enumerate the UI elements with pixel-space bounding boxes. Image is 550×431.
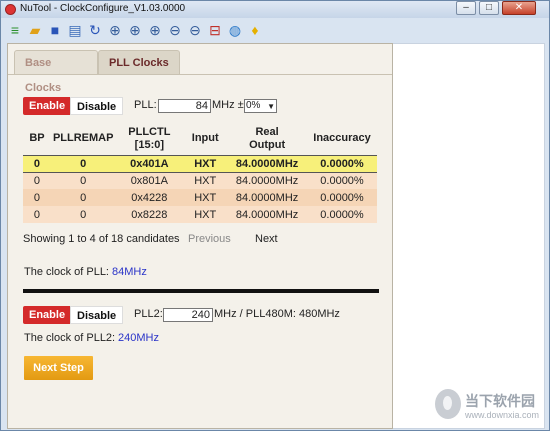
col-header-pllremap: PLLREMAP xyxy=(52,132,114,145)
cell-inaccuracy: 0.0000% xyxy=(307,172,377,189)
side-panel xyxy=(393,43,545,429)
cell-real-output: 84.0000MHz xyxy=(227,154,308,173)
minimize-button[interactable]: – xyxy=(456,1,476,15)
cell-bp: 0 xyxy=(23,206,51,223)
cell-inaccuracy: 0.0000% xyxy=(307,154,377,173)
pll-frequency-input[interactable]: 84 xyxy=(158,99,211,113)
pager-previous-link[interactable]: Previous xyxy=(188,233,231,245)
globe-icon[interactable]: ◍ xyxy=(227,22,243,38)
cell-inaccuracy: 0.0000% xyxy=(307,189,377,206)
pll2-disable-button[interactable]: Disable xyxy=(70,306,124,324)
zoom-out-icon[interactable]: ⊖ xyxy=(167,22,183,38)
pll-enable-button[interactable]: Enable xyxy=(23,97,72,115)
col-header-inaccuracy: Inaccuracy xyxy=(313,132,371,145)
watermark-url: www.downxia.com xyxy=(465,410,540,420)
cell-bp: 0 xyxy=(23,172,51,189)
title-bar[interactable]: NuTool - ClockConfigure_V1.03.0000 – □ ✕ xyxy=(1,1,549,18)
lightbulb-icon[interactable]: ♦ xyxy=(247,22,263,38)
cell-input: HXT xyxy=(183,206,228,223)
document-icon[interactable]: ▤ xyxy=(67,22,83,38)
cell-pllremap: 0 xyxy=(50,206,116,223)
pager-summary: Showing 1 to 4 of 18 candidates xyxy=(23,233,180,245)
watermark: 当下软件园 www.downxia.com xyxy=(435,387,543,427)
col-header-real-output: Real Output xyxy=(249,125,286,151)
cell-input: HXT xyxy=(183,154,228,173)
zoom-in-icon[interactable]: ⊕ xyxy=(147,22,163,38)
cell-pllctl: 0x4228 xyxy=(115,189,184,206)
cell-pllctl: 0x401A xyxy=(115,154,184,173)
next-step-button[interactable]: Next Step xyxy=(24,356,93,380)
cell-real-output: 84.0000MHz xyxy=(227,206,308,223)
minus-icon[interactable]: ⊟ xyxy=(207,22,223,38)
cell-pllctl: 0x8228 xyxy=(115,206,184,223)
tab-pll-clocks[interactable]: PLL Clocks xyxy=(98,50,180,75)
cell-bp: 0 xyxy=(23,154,51,173)
toolbar: ≡ ▰ ■ ▤ ↻ ⊕ ⊕ ⊕ ⊖ ⊖ ⊟ ◍ ♦ xyxy=(7,20,545,42)
app-window: NuTool - ClockConfigure_V1.03.0000 – □ ✕… xyxy=(0,0,550,431)
app-icon xyxy=(5,4,16,15)
cell-pllctl: 0x801A xyxy=(115,172,184,189)
pll-disable-button[interactable]: Disable xyxy=(70,97,124,115)
pll2-enable-button[interactable]: Enable xyxy=(23,306,72,324)
tab-underline xyxy=(8,74,392,75)
window-title: NuTool - ClockConfigure_V1.03.0000 xyxy=(20,3,186,14)
main-content: Base Clocks PLL Clocks Enable Disable PL… xyxy=(7,43,393,429)
save-icon[interactable]: ■ xyxy=(47,22,63,38)
cell-pllremap: 0 xyxy=(50,154,116,173)
zoom-in-icon[interactable]: ⊕ xyxy=(127,22,143,38)
cell-pllremap: 0 xyxy=(50,172,116,189)
refresh-icon[interactable]: ↻ xyxy=(87,22,103,38)
candidates-table: BP PLLREMAP PLLCTL [15:0] Input Real Out… xyxy=(23,123,377,223)
table-row[interactable]: 0 0 0x401A HXT 84.0000MHz 0.0000% xyxy=(23,154,377,173)
watermark-text: 当下软件园 xyxy=(465,393,535,409)
tolerance-value: 0% xyxy=(246,100,261,111)
cell-real-output: 84.0000MHz xyxy=(227,172,308,189)
pager-next-link[interactable]: Next xyxy=(255,233,278,245)
tolerance-select[interactable]: 0% ▼ xyxy=(244,99,277,113)
tab-base-clocks[interactable]: Base Clocks xyxy=(14,50,98,94)
col-header-input: Input xyxy=(191,132,219,145)
table-header-row: BP PLLREMAP PLLCTL [15:0] Input Real Out… xyxy=(23,123,377,155)
pll2-clock-label: The clock of PLL2: xyxy=(24,332,116,344)
cell-inaccuracy: 0.0000% xyxy=(307,206,377,223)
pll-clock-value: 84MHz xyxy=(112,266,147,278)
watermark-logo-icon xyxy=(435,389,461,419)
cell-pllremap: 0 xyxy=(50,189,116,206)
chevron-down-icon: ▼ xyxy=(267,102,275,111)
pll2-clock-value: 240MHz xyxy=(118,332,159,344)
section-divider xyxy=(23,289,379,293)
cell-input: HXT xyxy=(183,189,228,206)
pll2-label: PLL2: xyxy=(134,308,163,320)
bars-icon[interactable]: ≡ xyxy=(7,22,23,38)
pll-clock-label: The clock of PLL: xyxy=(24,266,109,278)
cell-real-output: 84.0000MHz xyxy=(227,189,308,206)
close-button[interactable]: ✕ xyxy=(502,1,536,15)
folder-open-icon[interactable]: ▰ xyxy=(27,22,43,38)
table-row[interactable]: 0 0 0x4228 HXT 84.0000MHz 0.0000% xyxy=(23,189,377,206)
zoom-out-icon[interactable]: ⊖ xyxy=(187,22,203,38)
table-row[interactable]: 0 0 0x801A HXT 84.0000MHz 0.0000% xyxy=(23,172,377,189)
zoom-in-icon[interactable]: ⊕ xyxy=(107,22,123,38)
pll2-suffix-label: MHz / PLL480M: 480MHz xyxy=(214,308,340,320)
pll-unit-label: MHz ± xyxy=(212,99,244,111)
pll-label: PLL: xyxy=(134,99,157,111)
table-row[interactable]: 0 0 0x8228 HXT 84.0000MHz 0.0000% xyxy=(23,206,377,223)
pll2-frequency-input[interactable]: 240 xyxy=(163,308,213,322)
maximize-button[interactable]: □ xyxy=(479,1,499,15)
col-header-pllctl: PLLCTL [15:0] xyxy=(128,125,171,151)
cell-bp: 0 xyxy=(23,189,51,206)
cell-input: HXT xyxy=(183,172,228,189)
col-header-bp: BP xyxy=(29,132,45,145)
